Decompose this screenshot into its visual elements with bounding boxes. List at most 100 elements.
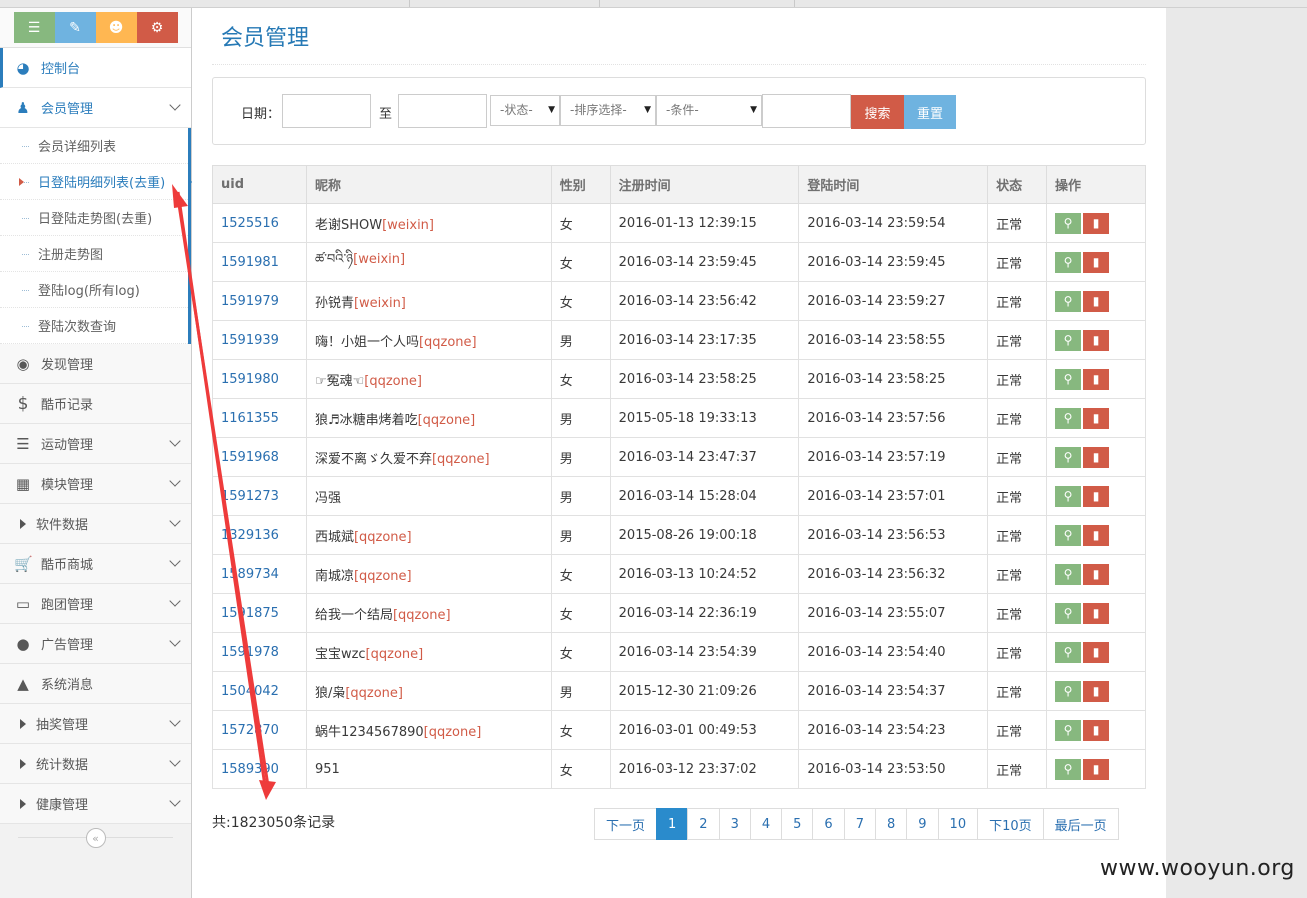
page-link[interactable]: 10 — [937, 808, 979, 840]
uid-cell[interactable]: 1591273 — [212, 476, 307, 516]
page-link[interactable]: 8 — [874, 808, 908, 840]
uid-cell[interactable]: 1589390 — [212, 749, 307, 789]
uid-cell[interactable]: 1525516 — [212, 203, 307, 243]
trash-icon[interactable]: ▮ — [1083, 485, 1110, 507]
trash-icon[interactable]: ▮ — [1083, 758, 1110, 780]
sidebar-item-run-group[interactable]: ▭ 跑团管理 — [0, 584, 191, 624]
submenu-item-login-log[interactable]: 登陆log(所有log) — [0, 272, 188, 308]
uid-cell[interactable]: 1591939 — [212, 320, 307, 360]
search-button[interactable]: 搜索 — [851, 95, 904, 129]
search-icon[interactable]: ⚲ — [1055, 485, 1082, 507]
page-link[interactable]: 下一页 — [594, 808, 658, 840]
browser-tab[interactable] — [410, 0, 600, 7]
page-link[interactable]: 下10页 — [977, 808, 1044, 840]
page-link[interactable]: 4 — [749, 808, 783, 840]
double-chevron-left-icon[interactable]: « — [85, 828, 106, 848]
page-link[interactable]: 3 — [718, 808, 751, 840]
trash-icon[interactable]: ▮ — [1083, 602, 1110, 624]
date-end-input[interactable] — [398, 94, 487, 128]
uid-cell[interactable]: 1591978 — [212, 632, 307, 672]
page-link[interactable]: 最后一页 — [1042, 808, 1119, 840]
trash-icon[interactable]: ▮ — [1083, 368, 1110, 390]
trash-icon[interactable]: ▮ — [1083, 251, 1110, 273]
sidebar-item-discover[interactable]: ◉ 发现管理 — [0, 344, 191, 384]
search-icon[interactable]: ⚲ — [1055, 641, 1082, 663]
sidebar-item-statistics[interactable]: 统计数据 — [0, 744, 191, 784]
sort-select[interactable]: -排序选择- — [560, 95, 656, 126]
date-start-input[interactable] — [282, 94, 371, 128]
uid-cell[interactable]: 1329136 — [212, 515, 307, 555]
uid-cell[interactable]: 1591981 — [212, 242, 307, 282]
uid-cell[interactable]: 1572870 — [212, 710, 307, 750]
column-header[interactable]: 登陆时间 — [798, 165, 989, 204]
search-icon[interactable]: ⚲ — [1055, 251, 1082, 273]
signal-icon[interactable]: ☰ — [13, 12, 55, 43]
search-icon[interactable]: ⚲ — [1055, 563, 1082, 585]
sidebar-item-dashboard[interactable]: ◕ 控制台 — [0, 48, 191, 88]
cogs-icon[interactable]: ⚙ — [136, 12, 178, 43]
uid-cell[interactable]: 1591980 — [212, 359, 307, 399]
page-link[interactable]: 1 — [656, 808, 689, 840]
search-icon[interactable]: ⚲ — [1055, 680, 1082, 702]
submenu-item-member-list[interactable]: 会员详细列表 — [0, 128, 188, 164]
trash-icon[interactable]: ▮ — [1083, 446, 1110, 468]
uid-cell[interactable]: 1591979 — [212, 281, 307, 321]
column-header[interactable]: uid — [212, 165, 307, 204]
column-header[interactable]: 状态 — [987, 165, 1048, 204]
trash-icon[interactable]: ▮ — [1083, 524, 1110, 546]
search-icon[interactable]: ⚲ — [1055, 719, 1082, 741]
sidebar-item-ads[interactable]: ● 广告管理 — [0, 624, 191, 664]
submenu-item-daily-login-trend[interactable]: 日登陆走势图(去重) — [0, 200, 188, 236]
sidebar-item-sports[interactable]: ☰ 运动管理 — [0, 424, 191, 464]
browser-tab[interactable] — [600, 0, 795, 7]
trash-icon[interactable]: ▮ — [1083, 719, 1110, 741]
uid-cell[interactable]: 1589734 — [212, 554, 307, 594]
page-link[interactable]: 5 — [781, 808, 814, 840]
sidebar-item-coin-mall[interactable]: 🛒 酷币商城 — [0, 544, 191, 584]
column-header[interactable]: 昵称 — [305, 165, 552, 204]
trash-icon[interactable]: ▮ — [1083, 212, 1110, 234]
column-header[interactable]: 注册时间 — [609, 165, 800, 204]
submenu-item-login-count[interactable]: 登陆次数查询 — [0, 308, 188, 344]
search-icon[interactable]: ⚲ — [1055, 329, 1082, 351]
sidebar-item-member[interactable]: ♟ 会员管理 — [0, 88, 191, 128]
search-icon[interactable]: ⚲ — [1055, 446, 1082, 468]
search-icon[interactable]: ⚲ — [1055, 212, 1082, 234]
search-icon[interactable]: ⚲ — [1055, 407, 1082, 429]
condition-select[interactable]: -条件- — [656, 95, 762, 126]
sidebar-item-coins[interactable]: $ 酷币记录 — [0, 384, 191, 424]
search-icon[interactable]: ⚲ — [1055, 524, 1082, 546]
sidebar-item-modules[interactable]: ▦ 模块管理 — [0, 464, 191, 504]
uid-cell[interactable]: 1591875 — [212, 593, 307, 633]
page-link[interactable]: 7 — [843, 808, 876, 840]
search-icon[interactable]: ⚲ — [1055, 758, 1082, 780]
search-icon[interactable]: ⚲ — [1055, 602, 1082, 624]
trash-icon[interactable]: ▮ — [1083, 290, 1110, 312]
page-link[interactable]: 2 — [687, 808, 720, 840]
pencil-icon[interactable]: ✎ — [54, 12, 96, 43]
sidebar-item-software-data[interactable]: 软件数据 — [0, 504, 191, 544]
column-header[interactable]: 性别 — [550, 165, 611, 204]
uid-cell[interactable]: 1504042 — [212, 671, 307, 711]
page-link[interactable]: 9 — [906, 808, 939, 840]
sidebar-item-system-messages[interactable]: ▲ 系统消息 — [0, 664, 191, 704]
page-link[interactable]: 6 — [812, 808, 845, 840]
trash-icon[interactable]: ▮ — [1083, 680, 1110, 702]
search-icon[interactable]: ⚲ — [1055, 368, 1082, 390]
keyword-input[interactable] — [762, 94, 851, 128]
search-icon[interactable]: ⚲ — [1055, 290, 1082, 312]
submenu-item-register-trend[interactable]: 注册走势图 — [0, 236, 188, 272]
uid-cell[interactable]: 1591968 — [212, 437, 307, 477]
status-select[interactable]: -状态- — [490, 95, 560, 126]
browser-tab[interactable] — [240, 0, 410, 7]
trash-icon[interactable]: ▮ — [1083, 563, 1110, 585]
uid-cell[interactable]: 1161355 — [212, 398, 307, 438]
sidebar-item-lottery[interactable]: 抽奖管理 — [0, 704, 191, 744]
users-icon[interactable]: ☻ — [95, 12, 137, 43]
submenu-item-daily-login-list[interactable]: 日登陆明细列表(去重) — [0, 164, 200, 200]
trash-icon[interactable]: ▮ — [1083, 407, 1110, 429]
trash-icon[interactable]: ▮ — [1083, 641, 1110, 663]
sidebar-item-health[interactable]: 健康管理 — [0, 784, 191, 824]
trash-icon[interactable]: ▮ — [1083, 329, 1110, 351]
reset-button[interactable]: 重置 — [904, 95, 956, 129]
